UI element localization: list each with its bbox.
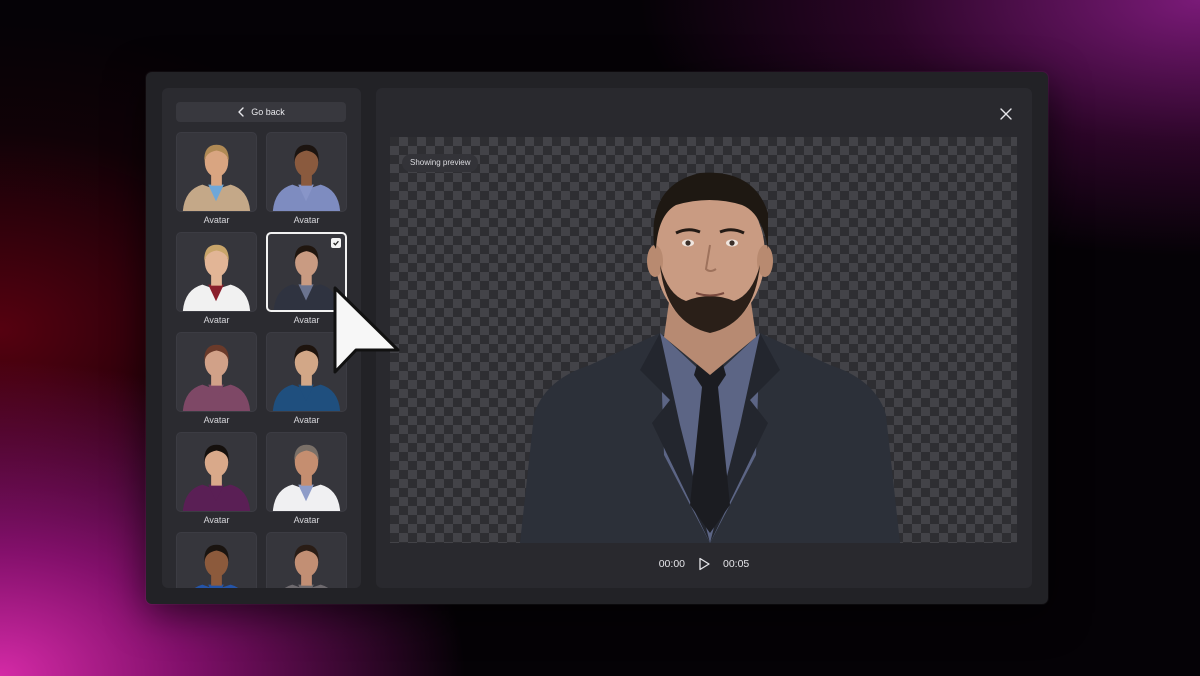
avatar-thumbnail <box>176 132 257 212</box>
avatar-picker-window: Go back Avatar Avatar Avatar Avatar Avatar Av… <box>146 72 1048 604</box>
avatar-tile[interactable] <box>176 532 257 588</box>
avatar-tile[interactable]: Avatar <box>176 432 257 528</box>
avatar-portrait <box>194 544 239 588</box>
avatar-label: Avatar <box>203 415 230 425</box>
avatar-portrait <box>182 244 251 311</box>
avatar-portrait <box>272 444 341 511</box>
avatar-thumbnail <box>176 432 257 512</box>
chevron-left-icon <box>238 107 244 117</box>
avatar-thumbnail <box>176 232 257 312</box>
checkmark-icon <box>331 238 341 248</box>
avatar-tile[interactable]: Avatar <box>176 332 257 428</box>
avatar-thumbnail <box>266 132 347 212</box>
avatar-portrait <box>284 544 329 588</box>
avatar-label: Avatar <box>203 315 230 325</box>
avatar-thumbnail <box>176 532 257 588</box>
play-icon[interactable] <box>697 557 711 571</box>
avatar-portrait <box>182 344 251 411</box>
avatar-label: Avatar <box>293 415 320 425</box>
avatar-label: Avatar <box>203 215 230 225</box>
avatar-grid: Avatar Avatar Avatar Avatar Avatar Avatar Avat… <box>176 132 348 588</box>
avatar-thumbnail <box>176 332 257 412</box>
mouse-pointer-icon <box>333 286 400 374</box>
avatar-label: Avatar <box>293 215 320 225</box>
avatar-portrait <box>182 144 251 211</box>
avatar-tile[interactable]: Avatar <box>266 432 347 528</box>
avatar-tile[interactable] <box>266 532 347 588</box>
avatar-thumbnail <box>266 432 347 512</box>
avatar-portrait <box>182 444 251 511</box>
avatar-thumbnail <box>266 532 347 588</box>
avatar-label: Avatar <box>203 515 230 525</box>
avatar-portrait <box>272 144 341 211</box>
avatar-tile[interactable]: Avatar <box>176 132 257 228</box>
preview-panel: Showing preview 00:00 00:05 <box>376 88 1032 588</box>
go-back-button[interactable]: Go back <box>176 102 346 122</box>
avatar-label: Avatar <box>293 515 320 525</box>
avatar-tile[interactable]: Avatar <box>176 232 257 328</box>
transparent-preview-stage: Showing preview <box>390 137 1017 543</box>
close-icon[interactable] <box>998 106 1014 122</box>
go-back-label: Go back <box>251 107 285 117</box>
current-time: 00:00 <box>658 558 685 570</box>
total-duration: 00:05 <box>723 558 750 570</box>
preview-status-badge: Showing preview <box>402 154 479 172</box>
avatar-tile[interactable]: Avatar <box>266 132 347 228</box>
playback-controls: 00:00 00:05 <box>376 554 1032 574</box>
avatar-preview-figure <box>520 172 900 543</box>
